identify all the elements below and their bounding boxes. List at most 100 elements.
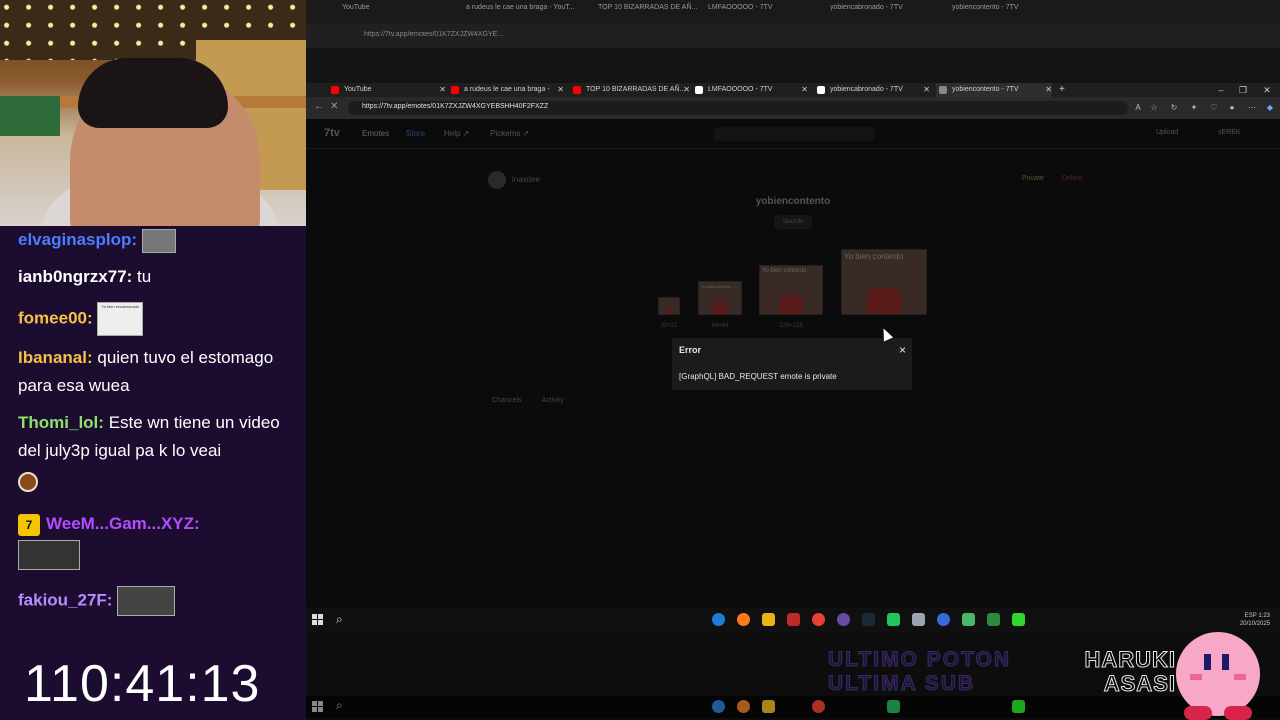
close-icon[interactable]: ×: [899, 343, 906, 357]
emote-figure: [711, 301, 729, 314]
stream-timer: 110:41:13: [24, 655, 261, 713]
chrome-icon[interactable]: [812, 613, 825, 626]
obs-icon[interactable]: [937, 613, 950, 626]
search-input[interactable]: [714, 127, 874, 141]
discord-icon[interactable]: [837, 613, 850, 626]
minimize-icon[interactable]: –: [1210, 83, 1232, 97]
nav-pickems[interactable]: Pickems ↗: [490, 129, 529, 138]
close-tab-icon[interactable]: ✕: [923, 83, 930, 97]
close-tab-icon[interactable]: ✕: [439, 83, 446, 97]
folder-icon[interactable]: [762, 613, 775, 626]
windows-start-icon[interactable]: [312, 614, 323, 625]
emote-title: yobiencontento: [755, 196, 831, 207]
emote-preview-32[interactable]: [658, 297, 680, 315]
bookmark-star-icon[interactable]: ☆: [1148, 102, 1160, 114]
tab-yobiencontento[interactable]: yobiencontento - 7TV ✕: [936, 83, 1052, 97]
tab-lmfao[interactable]: LMFAOOOOO - 7TV ✕: [692, 83, 808, 97]
chat-username: ianb0ngrzx77:: [18, 267, 133, 286]
chat-message: Ibananal: quien tuvo el estomago para es…: [18, 344, 303, 400]
emote-preview-256[interactable]: Yo bien contento: [841, 249, 927, 315]
error-title: Error: [679, 345, 702, 355]
ghost-tab: LMFAOOOOO - 7TV: [708, 4, 773, 11]
close-tab-icon[interactable]: ✕: [1045, 83, 1052, 97]
steam-icon[interactable]: [862, 613, 875, 626]
url-text[interactable]: https://7tv.app/emotes/01K7ZXJZW4XGYEBSH…: [362, 103, 548, 110]
address-bar-row: ← ✕ https://7tv.app/emotes/01K7ZXJZW4XGY…: [306, 97, 1280, 119]
refresh-icon[interactable]: ↻: [1168, 102, 1180, 114]
close-tab-icon[interactable]: ✕: [557, 83, 564, 97]
overlay-line: ULTIMO POTON: [827, 648, 1012, 672]
youtube-favicon-icon: [331, 86, 339, 94]
menu-icon[interactable]: ⋯: [1246, 102, 1258, 114]
emote-preview-64[interactable]: Yo bien contento: [698, 281, 742, 315]
error-dialog: Error × [GraphQL] BAD_REQUEST emote is p…: [672, 338, 912, 390]
7tv-favicon-icon: [695, 86, 703, 94]
search-icon[interactable]: ⌕: [336, 612, 343, 627]
emote-owner[interactable]: inaxdee: [488, 171, 540, 189]
close-tab-icon[interactable]: ✕: [801, 83, 808, 97]
restore-icon[interactable]: ❐: [1232, 83, 1254, 97]
7tv-logo[interactable]: 7tv: [324, 127, 340, 139]
close-window-icon[interactable]: ✕: [1256, 83, 1278, 97]
tab-channels[interactable]: Channels: [492, 397, 522, 404]
last-sub-overlay: ULTIMO POTON ULTIMA SUB: [827, 648, 1012, 696]
app-icon[interactable]: [962, 613, 975, 626]
play-icon[interactable]: [1012, 613, 1025, 626]
kirby-foot: [1224, 706, 1252, 720]
nav-help[interactable]: Help ↗: [444, 129, 469, 138]
nav-emotes[interactable]: Emotes: [362, 129, 389, 138]
copilot-icon[interactable]: ◆: [1264, 102, 1276, 114]
ghost-taskbar: ⌕: [306, 696, 1280, 718]
profile-icon[interactable]: ●: [1226, 102, 1238, 114]
back-icon[interactable]: ←: [314, 101, 324, 112]
chat-message: fomee00: Yo bien encabronado: [18, 302, 303, 336]
emote-preview-128[interactable]: Yo bien contento: [759, 265, 823, 315]
nvidia-icon[interactable]: [987, 613, 1000, 626]
download-app-icon[interactable]: [787, 613, 800, 626]
favorites-icon[interactable]: ♡: [1208, 102, 1220, 114]
tab-top10[interactable]: TOP 10 BIZARRADAS DE AÑ... ✕: [570, 83, 690, 97]
delete-button[interactable]: Delete: [1062, 175, 1082, 182]
webcam-plant: [0, 96, 60, 136]
ghost-tab: yobiencabronado - 7TV: [830, 4, 903, 11]
tab-label: yobiencontento - 7TV: [952, 86, 1019, 93]
stop-loading-icon[interactable]: ✕: [330, 101, 338, 112]
chat-username: elvaginasplop:: [18, 230, 138, 249]
ghost-page: [306, 48, 1280, 84]
new-tab-button[interactable]: +: [1056, 83, 1070, 97]
green-app-icon[interactable]: [887, 613, 900, 626]
user-menu[interactable]: sEREK: [1218, 129, 1241, 136]
reader-mode-icon[interactable]: A: [1132, 102, 1144, 114]
upload-button[interactable]: Upload: [1156, 129, 1178, 136]
close-tab-icon[interactable]: ✕: [683, 83, 690, 97]
emote-lower-tabs: Channels Activity: [492, 397, 564, 404]
size-caption: 128×128: [779, 323, 803, 329]
owner-name: inaxdee: [512, 175, 541, 185]
size-caption: 64×64: [711, 323, 729, 329]
tab-yobiencabronado[interactable]: yobiencabronado - 7TV ✕: [814, 83, 930, 97]
address-bar[interactable]: https://7tv.app/emotes/01K7ZXJZW4XGYEBSH…: [348, 101, 1128, 115]
system-tray[interactable]: ESP 1:23 20/10/2025: [1240, 612, 1270, 628]
emote-caption: Yo bien encabronado: [101, 304, 140, 309]
chat-message: Thomi_lol: Este wn tiene un video del ju…: [18, 409, 303, 465]
emote-preview-text: Yo bien contento: [701, 284, 731, 289]
chat-panel: elvaginasplop: ianb0ngrzx77: tu fomee00:…: [0, 226, 306, 720]
emote-image: [141, 228, 176, 253]
nav-store[interactable]: Store: [406, 129, 425, 138]
firefox-icon: [737, 700, 750, 713]
ghost-url-text: https://7tv.app/emotes/01K7ZXJZW4XGYE...: [364, 31, 504, 38]
tab-youtube[interactable]: YouTube ✕: [328, 83, 446, 97]
chat-text: tu: [137, 267, 152, 286]
edge-icon[interactable]: [712, 613, 725, 626]
extensions-icon[interactable]: ✦: [1188, 102, 1200, 114]
firefox-icon[interactable]: [737, 613, 750, 626]
webcam-feed: [0, 0, 306, 226]
tab-rudeus[interactable]: a rudeus le cae una braga - YouTu...✕: [448, 83, 564, 107]
kirby-eye: [1204, 654, 1211, 670]
tab-activity[interactable]: Activity: [542, 397, 564, 404]
notepad-icon[interactable]: [912, 613, 925, 626]
avatar: [488, 171, 506, 189]
7tv-navbar: 7tv Emotes Store Help ↗ Pickems ↗ Upload…: [306, 119, 1280, 149]
private-button[interactable]: Private: [1022, 175, 1044, 182]
youtube-favicon-icon: [451, 86, 459, 94]
